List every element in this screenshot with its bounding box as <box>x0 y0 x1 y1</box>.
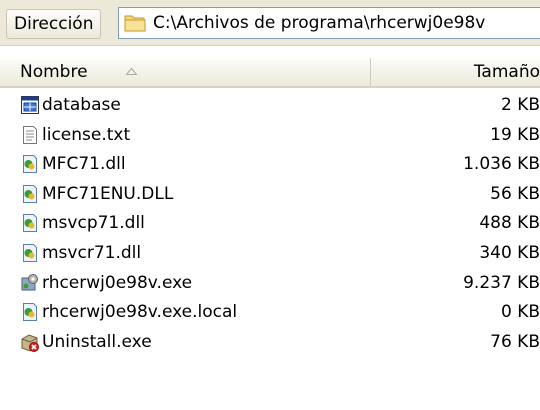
file-name: msvcr71.dll <box>42 242 142 263</box>
uninstall-exe-icon <box>21 334 39 352</box>
file-size: 76 KB <box>490 331 540 352</box>
dll-file-icon <box>23 303 37 322</box>
file-name: license.txt <box>42 124 131 145</box>
exe-file-icon <box>21 273 38 291</box>
file-name: msvcp71.dll <box>42 213 145 234</box>
text-file-icon <box>23 125 37 144</box>
dll-file-icon <box>23 155 37 174</box>
file-size: 2 KB <box>500 95 540 115</box>
address-path: C:\Archivos de programa\rhcerwj0e98v <box>153 13 486 33</box>
file-size: 488 KB <box>479 213 540 234</box>
file-row[interactable]: msvcp71.dll 488 KB <box>0 209 540 239</box>
file-size: 0 KB <box>500 302 540 323</box>
file-name: MFC71.dll <box>42 154 126 175</box>
file-size: 9.237 KB <box>463 272 540 293</box>
file-row[interactable]: Uninstall.exe 76 KB <box>0 328 540 358</box>
file-size: 19 KB <box>490 124 540 145</box>
file-row[interactable]: rhcerwj0e98v.exe 9.237 KB <box>0 269 540 299</box>
address-input[interactable]: C:\Archivos de programa\rhcerwj0e98v <box>118 7 540 39</box>
column-header-size-label: Tamaño <box>473 62 540 82</box>
column-header-name[interactable]: Nombre <box>0 58 371 86</box>
file-row[interactable]: database 2 KB <box>0 91 540 121</box>
sort-ascending-icon <box>126 68 137 75</box>
file-size: 1.036 KB <box>463 154 540 175</box>
file-row[interactable]: license.txt 19 KB <box>0 121 540 151</box>
file-row[interactable]: MFC71.dll 1.036 KB <box>0 150 540 180</box>
address-bar: Dirección C:\Archivos de programa\rhcerw… <box>0 0 540 46</box>
file-name: rhcerwj0e98v.exe <box>42 272 193 293</box>
dll-file-icon <box>23 184 37 203</box>
address-label: Dirección <box>6 9 102 39</box>
file-size: 56 KB <box>490 183 540 204</box>
column-headers: Nombre Tamaño <box>0 58 540 88</box>
column-header-size[interactable]: Tamaño <box>372 58 540 86</box>
file-name: database <box>42 95 121 115</box>
database-file-icon <box>21 96 39 114</box>
dll-file-icon <box>23 214 37 233</box>
file-list: database 2 KB license.txt 19 KB MFC71.dl… <box>0 91 540 357</box>
file-row[interactable]: rhcerwj0e98v.exe.local 0 KB <box>0 298 540 328</box>
file-name: Uninstall.exe <box>42 331 152 352</box>
column-header-name-label: Nombre <box>20 62 88 82</box>
file-row[interactable]: msvcr71.dll 340 KB <box>0 239 540 269</box>
folder-icon <box>124 15 146 32</box>
file-size: 340 KB <box>479 242 540 263</box>
file-name: MFC71ENU.DLL <box>42 183 174 204</box>
file-row[interactable]: MFC71ENU.DLL 56 KB <box>0 180 540 210</box>
file-name: rhcerwj0e98v.exe.local <box>42 302 238 323</box>
dll-file-icon <box>23 243 37 262</box>
